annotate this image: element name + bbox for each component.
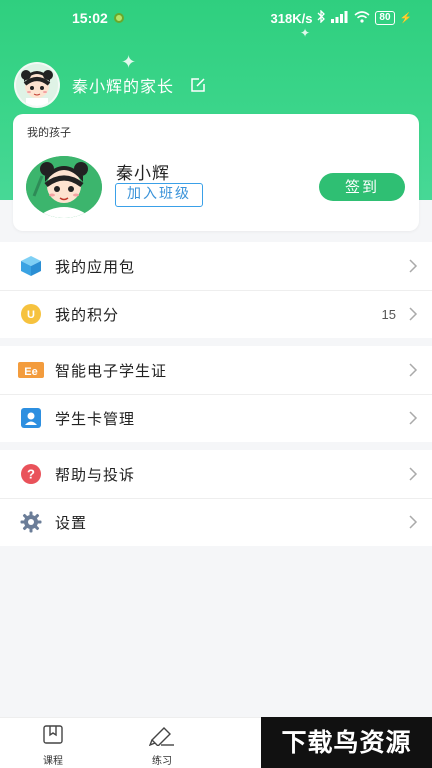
menu-item-help-complaints[interactable]: ? 帮助与投诉 (0, 450, 432, 498)
chevron-right-icon (409, 363, 418, 377)
card-title: 我的孩子 (27, 126, 71, 139)
menu-label: 我的积分 (55, 305, 120, 324)
menu-right (408, 467, 418, 481)
bookmark-icon (43, 725, 63, 744)
status-time: 15:02 (72, 10, 108, 26)
sign-in-button[interactable]: 签到 (319, 173, 405, 201)
child-avatar[interactable] (26, 156, 102, 218)
tab-course[interactable]: 课程 (23, 724, 83, 767)
menu-group-student-card: Ee 智能电子学生证 学生卡管理 (0, 346, 432, 442)
menu-label: 设置 (55, 513, 88, 532)
chevron-right-icon (409, 411, 418, 425)
menu-group-apps: 我的应用包 U 我的积分 15 (0, 242, 432, 338)
menu-right (408, 515, 418, 529)
menu-item-student-card-management[interactable]: 学生卡管理 (0, 394, 432, 442)
points-value: 15 (381, 306, 396, 322)
parent-avatar[interactable] (14, 62, 60, 108)
menu-group-support: ? 帮助与投诉 设置 (0, 450, 432, 546)
edit-icon[interactable] (190, 77, 206, 93)
watermark-overlay: 下载鸟资源 (261, 717, 432, 768)
pencil-icon (148, 727, 174, 747)
status-indicators: 318K/s 80 ⚡ (270, 9, 412, 26)
charging-icon: ⚡ (399, 12, 412, 24)
child-card: 我的孩子 秦小辉 加入班级 签到 (13, 114, 419, 231)
menu-item-settings[interactable]: 设置 (0, 498, 432, 546)
parent-profile-row[interactable]: 秦小辉的家长 (14, 62, 206, 108)
coin-icon: U (18, 301, 44, 327)
gear-icon (18, 509, 44, 535)
chevron-right-icon (409, 307, 418, 321)
parent-name: 秦小辉的家长 (72, 77, 175, 96)
signal-icon (331, 10, 349, 26)
menu-right (408, 259, 418, 273)
menu-label: 学生卡管理 (55, 409, 136, 428)
tab-label: 课程 (43, 756, 63, 767)
student-id-icon: Ee (18, 357, 44, 383)
notification-dot-icon (113, 13, 124, 23)
battery-indicator: 80 (375, 11, 395, 25)
wifi-icon (354, 10, 370, 26)
card-user-icon (18, 405, 44, 431)
menu-label: 智能电子学生证 (55, 361, 168, 380)
menu-label: 帮助与投诉 (55, 465, 136, 484)
help-icon: ? (18, 461, 44, 487)
tab-label: 练习 (152, 756, 172, 767)
menu-item-smart-student-id[interactable]: Ee 智能电子学生证 (0, 346, 432, 394)
menu-label: 我的应用包 (55, 257, 136, 276)
chevron-right-icon (409, 259, 418, 273)
chevron-right-icon (409, 467, 418, 481)
svg-text:Ee: Ee (24, 366, 37, 378)
tab-practice[interactable]: 练习 (132, 724, 192, 767)
network-speed: 318K/s (270, 10, 313, 26)
bluetooth-icon (317, 9, 326, 26)
menu-right (408, 363, 418, 377)
svg-text:?: ? (27, 467, 35, 482)
menu-right: 15 (382, 307, 418, 322)
join-class-button[interactable]: 加入班级 (115, 183, 203, 207)
chevron-right-icon (409, 515, 418, 529)
cube-icon (18, 253, 44, 279)
child-name: 秦小辉 (116, 164, 170, 184)
status-bar: 15:02 318K/s 80 ⚡ (0, 0, 432, 36)
svg-text:U: U (27, 309, 35, 321)
menu-right (408, 411, 418, 425)
menu-item-app-package[interactable]: 我的应用包 (0, 242, 432, 290)
menu-item-points[interactable]: U 我的积分 15 (0, 290, 432, 338)
